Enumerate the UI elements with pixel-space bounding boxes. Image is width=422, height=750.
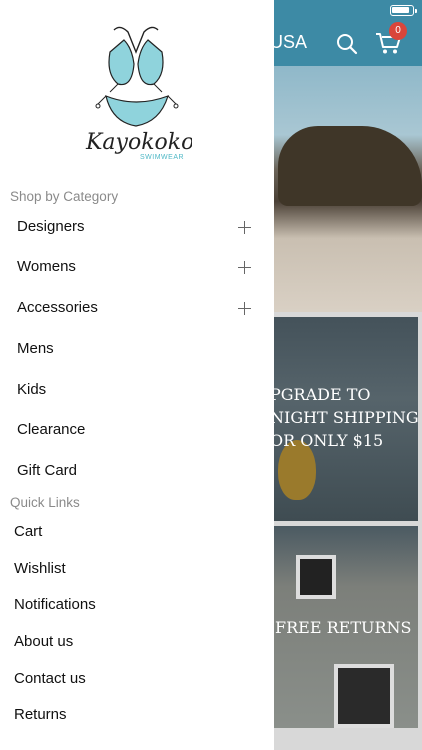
category-label: Womens <box>17 258 76 275</box>
rock-shape <box>278 126 422 206</box>
quick-link-cart[interactable]: Cart <box>0 514 274 550</box>
house-door <box>334 664 394 728</box>
quick-link-label: Cart <box>14 523 43 540</box>
category-gift-card[interactable]: Gift Card <box>0 452 274 492</box>
category-designers[interactable]: Designers <box>0 208 274 248</box>
category-label: Designers <box>17 218 85 235</box>
kayokoko-logo: Kayokoko SWIMWEAR <box>85 26 192 161</box>
quick-link-wishlist[interactable]: Wishlist <box>0 551 274 587</box>
battery-icon <box>390 5 417 16</box>
category-label: Clearance <box>17 421 86 438</box>
category-clearance[interactable]: Clearance <box>0 411 274 451</box>
cart-count-badge: 0 <box>389 22 407 40</box>
category-womens[interactable]: Womens <box>0 248 274 288</box>
logo-brand-text: Kayokoko <box>85 130 192 155</box>
quick-link-label: Notifications <box>14 596 96 613</box>
quick-link-about-us[interactable]: About us <box>0 624 274 660</box>
expand-plus-icon[interactable] <box>238 261 251 274</box>
expand-plus-icon[interactable] <box>238 221 251 234</box>
navigation-drawer: Kayokoko SWIMWEAR Shop by Category Desig… <box>0 0 274 750</box>
category-accessories[interactable]: Accessories <box>0 289 274 329</box>
shipping-banner-line-2: NIGHT SHIPPING <box>270 408 419 427</box>
search-icon[interactable] <box>336 33 358 55</box>
quick-link-notifications[interactable]: Notifications <box>0 587 274 623</box>
returns-banner-text: FREE RETURNS <box>275 618 412 637</box>
shipping-banner-line-3: OR ONLY $15 <box>270 431 384 450</box>
category-label: Gift Card <box>17 462 78 479</box>
shop-by-category-title: Shop by Category <box>10 189 119 204</box>
quick-link-label: Wishlist <box>14 560 66 577</box>
quick-link-label: Returns <box>14 706 67 723</box>
shipping-banner-line-1: PGRADE TO <box>270 385 371 404</box>
expand-plus-icon[interactable] <box>238 302 251 315</box>
category-label: Kids <box>17 381 47 398</box>
quick-link-returns[interactable]: Returns <box>0 697 274 733</box>
category-mens[interactable]: Mens <box>0 330 274 370</box>
quick-link-label: About us <box>14 633 74 650</box>
region-selector[interactable]: USA <box>270 32 307 53</box>
category-label: Accessories <box>17 299 98 316</box>
quick-links-title: Quick Links <box>10 495 80 510</box>
quick-link-label: Contact us <box>14 670 86 687</box>
house-window <box>296 555 336 599</box>
quick-link-contact-us[interactable]: Contact us <box>0 661 274 697</box>
logo-tagline-text: SWIMWEAR <box>140 154 184 161</box>
category-label: Mens <box>17 340 54 357</box>
category-kids[interactable]: Kids <box>0 371 274 411</box>
